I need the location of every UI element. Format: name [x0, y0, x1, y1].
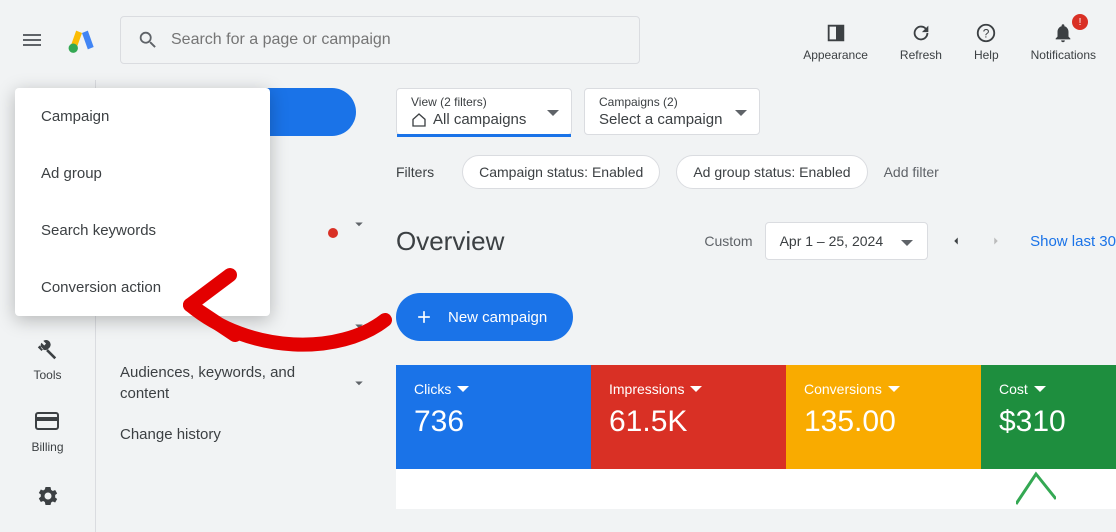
help-button[interactable]: ? Help: [974, 18, 999, 62]
card-impressions[interactable]: Impressions 61.5K: [591, 365, 786, 469]
card-clicks-value: 736: [414, 405, 573, 439]
date-range-value: Apr 1 – 25, 2024: [780, 233, 884, 249]
filters-label: Filters: [396, 164, 434, 180]
billing-nav[interactable]: Billing: [31, 412, 63, 454]
dropdown-item-conversion-action[interactable]: Conversion action: [15, 259, 270, 316]
card-cost-label: Cost: [999, 381, 1028, 397]
caret-icon: [457, 386, 469, 392]
search-icon: [137, 29, 159, 51]
page-title: Overview: [396, 226, 504, 257]
alert-dot: [328, 228, 338, 238]
header: Appearance Refresh ? Help ! Notification…: [0, 0, 1116, 80]
filters-row: Filters Campaign status: Enabled Ad grou…: [396, 147, 1116, 197]
svg-text:?: ?: [983, 27, 990, 41]
filter-chip-campaign-status[interactable]: Campaign status: Enabled: [462, 155, 660, 189]
help-label: Help: [974, 48, 999, 62]
appearance-button[interactable]: Appearance: [803, 18, 868, 62]
sidebar-change-history[interactable]: Change history: [96, 414, 396, 455]
date-range-picker[interactable]: Apr 1 – 25, 2024: [765, 222, 929, 260]
help-icon: ?: [975, 18, 997, 48]
campaign-selector[interactable]: Campaigns (2) Select a campaign: [584, 88, 760, 135]
view-selector-small: View (2 filters): [411, 95, 535, 109]
notifications-button[interactable]: ! Notifications: [1031, 18, 1096, 62]
tools-nav[interactable]: Tools: [33, 340, 61, 382]
view-selector-big: All campaigns: [433, 111, 526, 128]
dropdown-item-campaign[interactable]: Campaign: [15, 88, 270, 145]
dropdown-item-search-keywords[interactable]: Search keywords: [15, 202, 270, 259]
dropdown-caret-icon: [547, 103, 559, 121]
campaign-selector-small: Campaigns (2): [599, 95, 723, 109]
billing-label: Billing: [31, 440, 63, 454]
date-custom-label: Custom: [704, 233, 752, 249]
tools-label: Tools: [33, 368, 61, 382]
appearance-icon: [825, 18, 847, 48]
overview-header: Overview Custom Apr 1 – 25, 2024 Show la…: [396, 197, 1116, 275]
view-selector[interactable]: View (2 filters) All campaigns: [396, 88, 572, 135]
chevron-down-icon: [350, 215, 368, 233]
refresh-button[interactable]: Refresh: [900, 18, 942, 62]
card-clicks[interactable]: Clicks 736: [396, 365, 591, 469]
metric-cards: Clicks 736 Impressions 61.5K Conversions…: [396, 365, 1116, 469]
main-panel: View (2 filters) All campaigns Campaigns…: [396, 80, 1116, 532]
dropdown-caret-icon: [735, 103, 747, 121]
card-conversions-value: 135.00: [804, 405, 963, 439]
search-bar[interactable]: [120, 16, 640, 64]
notifications-label: Notifications: [1031, 48, 1096, 62]
refresh-icon: [910, 18, 932, 48]
campaign-selector-big: Select a campaign: [599, 111, 722, 128]
caret-icon: [1034, 386, 1046, 392]
gear-icon: [36, 484, 60, 512]
add-filter-button[interactable]: Add filter: [884, 164, 939, 180]
new-dropdown: Campaign Ad group Search keywords Conver…: [15, 88, 270, 316]
show-last-link[interactable]: Show last 30: [1030, 233, 1116, 250]
chevron-right-icon: [989, 234, 1003, 248]
new-campaign-label: New campaign: [448, 309, 547, 326]
notification-badge: !: [1072, 14, 1088, 30]
google-ads-logo[interactable]: [68, 26, 96, 54]
sidebar-change-history-label: Change history: [120, 424, 221, 445]
date-prev-button[interactable]: [936, 221, 976, 261]
dropdown-item-adgroup[interactable]: Ad group: [15, 145, 270, 202]
settings-nav[interactable]: [36, 484, 60, 512]
tools-icon: [36, 340, 58, 368]
chevron-down-icon: [350, 317, 368, 335]
header-actions: Appearance Refresh ? Help ! Notification…: [803, 18, 1096, 62]
appearance-label: Appearance: [803, 48, 868, 62]
refresh-label: Refresh: [900, 48, 942, 62]
caret-icon: [888, 386, 900, 392]
hamburger-menu-icon[interactable]: [20, 28, 44, 52]
home-icon: [411, 112, 427, 128]
chart-area-peek: [396, 469, 1116, 509]
search-input[interactable]: [171, 31, 623, 49]
chart-line-fragment: [1016, 469, 1056, 509]
card-conversions-label: Conversions: [804, 381, 882, 397]
sidebar-audiences-label: Audiences, keywords, and content: [120, 362, 320, 404]
card-impressions-value: 61.5K: [609, 405, 768, 439]
chevron-left-icon: [949, 234, 963, 248]
filter-chip-adgroup-status[interactable]: Ad group status: Enabled: [676, 155, 867, 189]
sidebar-audiences[interactable]: Audiences, keywords, and content: [96, 352, 396, 414]
chevron-down-icon: [350, 374, 368, 392]
plus-icon: [414, 307, 434, 327]
card-cost-value: $310: [999, 405, 1098, 439]
bell-icon: [1052, 18, 1074, 48]
dropdown-caret-icon: [901, 233, 913, 249]
billing-icon: [35, 412, 59, 440]
new-campaign-button[interactable]: New campaign: [396, 293, 573, 341]
card-cost[interactable]: Cost $310: [981, 365, 1116, 469]
card-conversions[interactable]: Conversions 135.00: [786, 365, 981, 469]
card-impressions-label: Impressions: [609, 381, 684, 397]
card-clicks-label: Clicks: [414, 381, 451, 397]
date-next-button[interactable]: [976, 221, 1016, 261]
caret-icon: [690, 386, 702, 392]
